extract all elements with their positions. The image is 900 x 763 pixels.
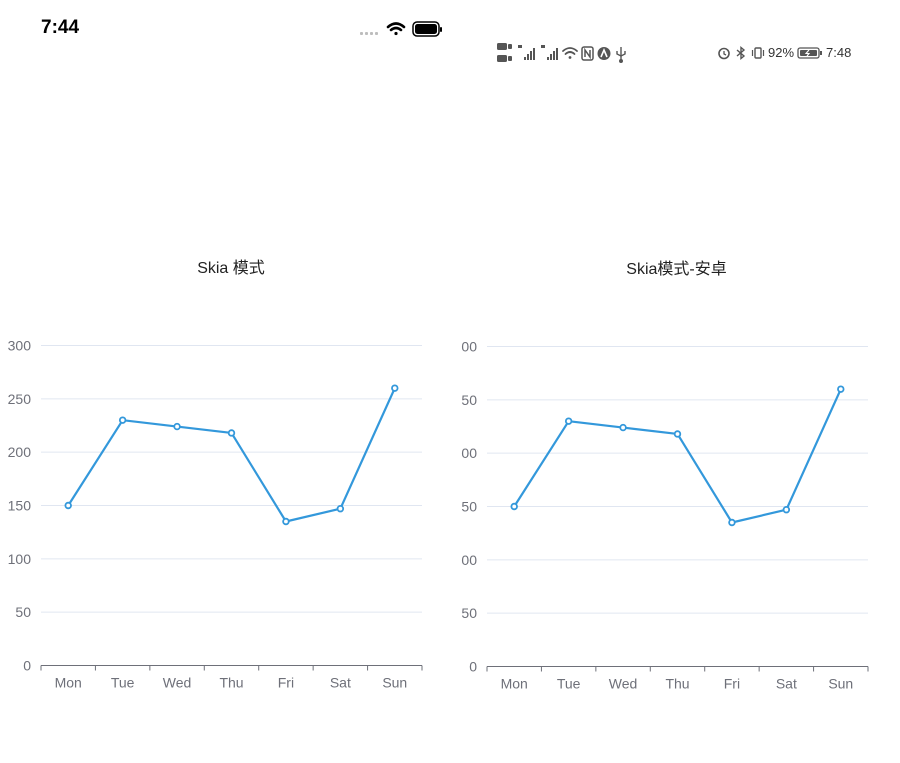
y-tick-label: 200	[8, 444, 32, 460]
data-point	[619, 423, 627, 432]
line-chart: 0 50 00 50 00 50 00 Mon Tue Wed Thu Fri Sat Sun	[461, 339, 869, 692]
x-tick-label: Wed	[609, 676, 638, 692]
data-point	[282, 517, 290, 526]
data-point	[64, 501, 72, 510]
data-point	[564, 417, 573, 425]
y-tick-label: 150	[8, 498, 32, 514]
x-tick-label: Sat	[776, 676, 797, 692]
data-point	[336, 505, 345, 513]
x-tick-label: Thu	[219, 675, 243, 691]
x-tick-label: Sun	[382, 675, 407, 691]
y-tick-label: 00	[461, 552, 477, 568]
data-point	[782, 506, 791, 514]
data-point	[227, 429, 236, 437]
y-tick-label: 00	[461, 339, 477, 355]
data-point	[728, 518, 736, 527]
y-tick-label: 250	[8, 391, 32, 407]
y-tick-label: 50	[461, 499, 477, 515]
y-tick-label: 300	[8, 338, 32, 354]
data-point	[173, 422, 181, 431]
x-tick-label: Fri	[724, 676, 740, 692]
x-tick-label: Sat	[330, 675, 351, 691]
y-tick-label: 50	[15, 604, 31, 620]
y-tick-label: 0	[23, 658, 31, 674]
x-tick-label: Tue	[111, 675, 135, 691]
line-chart: 0 50 100 150 200 250 300 Mon Tue Wed Thu Fri Sat Sun	[8, 338, 423, 691]
y-tick-label: 00	[461, 445, 477, 461]
y-tick-label: 0	[469, 659, 477, 675]
y-tick-label: 100	[8, 551, 32, 567]
data-point	[118, 416, 127, 424]
x-tick-label: Mon	[55, 675, 82, 691]
data-point	[673, 430, 682, 438]
y-tick-label: 50	[461, 605, 477, 621]
chart-panel-ios: 7:44 Skia 模式 0 50 100 150 200 250 300 Mon Tue Wed…	[0, 0, 445, 763]
chart-panel-android: 92% 7:48 Skia模式-安卓 0 50 00 50 00 50 00 Mon Tue We…	[445, 0, 900, 763]
y-tick-label: 50	[461, 392, 477, 408]
x-tick-label: Tue	[557, 676, 581, 692]
x-tick-label: Fri	[278, 675, 294, 691]
series-line	[67, 387, 396, 523]
x-tick-label: Thu	[665, 676, 689, 692]
series-line	[513, 388, 842, 524]
data-point	[391, 384, 399, 392]
x-tick-label: Wed	[163, 675, 192, 691]
data-point	[837, 385, 845, 393]
x-tick-label: Sun	[828, 676, 853, 692]
data-point	[510, 502, 518, 511]
x-tick-label: Mon	[501, 676, 528, 692]
